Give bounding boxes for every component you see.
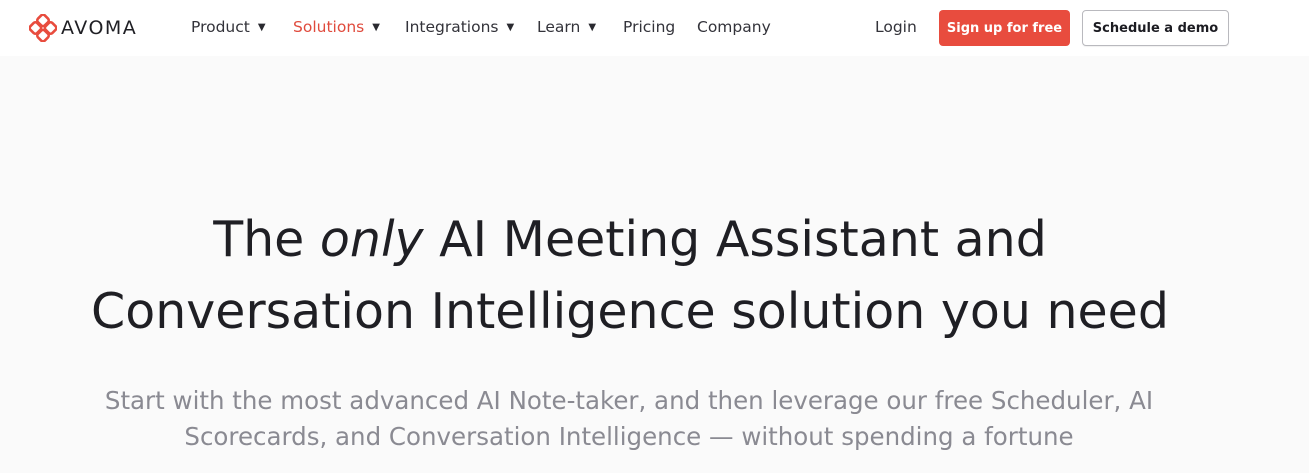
hero-title: The only AI Meeting Assistant and Convers… [0, 204, 1260, 348]
hero-title-emphasis: only [319, 211, 424, 268]
nav-pricing-label: Pricing [623, 18, 676, 36]
brand-logo[interactable]: AVOMA [29, 14, 137, 42]
page: AVOMA Product ▼ Solutions ▼ Integrations… [0, 0, 1309, 473]
hero-subtitle-line1: Start with the most advanced AI Note-tak… [104, 386, 1154, 415]
top-navbar: AVOMA Product ▼ Solutions ▼ Integrations… [0, 0, 1309, 56]
signup-button[interactable]: Sign up for free [939, 10, 1070, 46]
hero-title-start: The [213, 211, 320, 268]
login-label: Login [875, 18, 917, 36]
nav-company-label: Company [697, 18, 771, 36]
nav-product[interactable]: Product ▼ [191, 18, 266, 36]
schedule-demo-button[interactable]: Schedule a demo [1082, 10, 1229, 46]
caret-down-icon: ▼ [257, 21, 266, 33]
avoma-logo-icon [29, 14, 57, 42]
nav-solutions[interactable]: Solutions ▼ [293, 18, 380, 36]
nav-solutions-label: Solutions [293, 18, 365, 36]
hero-title-line1-end: AI Meeting Assistant and [423, 211, 1047, 268]
nav-product-label: Product [191, 18, 250, 36]
caret-down-icon: ▼ [506, 21, 515, 33]
nav-pricing[interactable]: Pricing [623, 18, 675, 36]
nav-integrations-label: Integrations [405, 18, 499, 36]
hero-subtitle: Start with the most advanced AI Note-tak… [0, 383, 1258, 455]
nav-learn[interactable]: Learn ▼ [537, 18, 596, 36]
nav-company[interactable]: Company [697, 18, 771, 36]
login-link[interactable]: Login [875, 18, 917, 36]
caret-down-icon: ▼ [372, 21, 380, 33]
brand-name: AVOMA [61, 17, 138, 39]
nav-learn-label: Learn [537, 18, 581, 36]
hero-title-line2: Conversation Intelligence solution you n… [91, 283, 1169, 340]
caret-down-icon: ▼ [588, 21, 597, 33]
nav-integrations[interactable]: Integrations ▼ [405, 18, 514, 36]
hero-subtitle-line2: Scorecards, and Conversation Intelligenc… [184, 422, 1074, 451]
hero-section: The only AI Meeting Assistant and Convers… [0, 56, 1309, 473]
